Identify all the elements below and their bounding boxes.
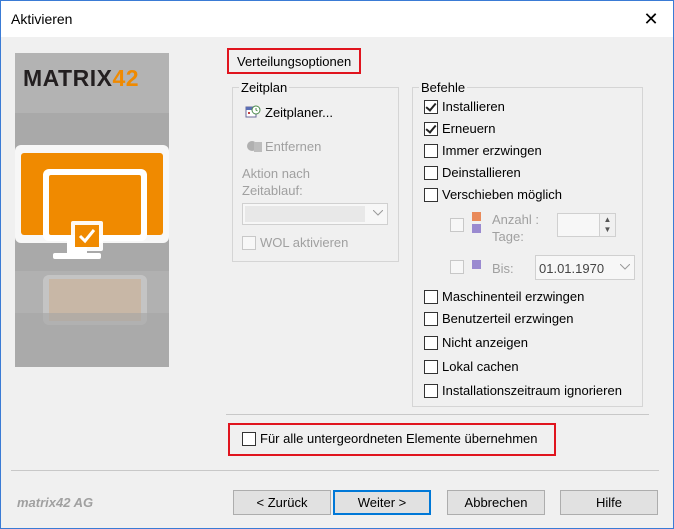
dialog-window: Aktivieren ✕ MATRIX42 Verteilungsoptione… (0, 0, 674, 529)
postpone-until-value: 01.01.1970 (539, 261, 605, 276)
title-bar: Aktivieren ✕ (1, 1, 673, 37)
checkbox-box (424, 383, 438, 398)
command-postpone-checkbox[interactable]: Verschieben möglich (424, 187, 562, 202)
postpone-count-label: Anzahl : Tage: (492, 212, 539, 244)
postpone-until-date[interactable]: 01.01.1970 (535, 255, 635, 280)
command-local-cache-checkbox[interactable]: Lokal cachen (424, 359, 519, 374)
checkbox-box (242, 431, 256, 446)
command-ignore-install-window-checkbox[interactable]: Installationszeitraum ignorieren (424, 383, 622, 398)
command-hide-label: Nicht anzeigen (442, 335, 528, 350)
footer-brand: matrix42 AG (17, 495, 94, 510)
command-renew-checkbox[interactable]: Erneuern (424, 121, 495, 136)
apply-children-checkbox[interactable]: Für alle untergeordneten Elemente überne… (242, 431, 538, 446)
remove-label: Entfernen (265, 139, 322, 154)
commands-group-title: Befehle (419, 80, 468, 95)
wol-checkbox-box (242, 235, 256, 250)
command-machine-part-label: Maschinenteil erzwingen (442, 289, 585, 304)
command-ignore-install-window-label: Installationszeitraum ignorieren (442, 383, 622, 398)
checkbox-box (424, 335, 438, 350)
checkbox-box (424, 187, 438, 202)
checkbox-box (424, 143, 438, 158)
cancel-button[interactable]: Abbrechen (447, 490, 545, 515)
monitor-illustration (15, 53, 169, 367)
remove-button[interactable]: Entfernen (245, 139, 321, 154)
calendar-icon (472, 260, 481, 269)
command-user-part-label: Benutzerteil erzwingen (442, 311, 574, 326)
postpone-count-checkbox[interactable] (450, 218, 468, 232)
action-after-timeout-value (245, 206, 365, 222)
close-icon[interactable]: ✕ (639, 7, 663, 31)
command-user-part-checkbox[interactable]: Benutzerteil erzwingen (424, 311, 574, 326)
chevron-down-icon (373, 210, 383, 216)
action-after-timeout-label: Aktion nach Zeitablauf: (242, 166, 310, 198)
checkbox-box (424, 121, 438, 136)
schedule-group-title: Zeitplan (239, 80, 290, 95)
command-postpone-label: Verschieben möglich (442, 187, 562, 202)
checkbox-box (424, 99, 438, 114)
calendar-grid-icon (472, 212, 481, 233)
wol-checkbox[interactable]: WOL aktivieren (242, 235, 348, 250)
chevron-down-icon (620, 263, 630, 270)
command-local-cache-label: Lokal cachen (442, 359, 519, 374)
footer-separator (11, 470, 659, 471)
next-button[interactable]: Weiter > (333, 490, 431, 515)
command-machine-part-checkbox[interactable]: Maschinenteil erzwingen (424, 289, 584, 304)
back-button[interactable]: < Zurück (233, 490, 331, 515)
apply-children-label: Für alle untergeordneten Elemente überne… (260, 431, 538, 446)
postpone-until-label: Bis: (492, 261, 514, 276)
command-always-enforce-label: Immer erzwingen (442, 143, 542, 158)
spin-down-icon[interactable]: ▼ (599, 224, 615, 236)
command-install-checkbox[interactable]: Installieren (424, 99, 505, 114)
scheduler-button[interactable]: Zeitplaner... (245, 104, 333, 120)
command-renew-label: Erneuern (442, 121, 496, 136)
remove-icon (247, 140, 262, 152)
checkbox-box (424, 289, 438, 304)
checkbox-box (450, 218, 464, 232)
postpone-days-spinner[interactable]: ▲ ▼ (557, 213, 616, 237)
command-uninstall-label: Deinstallieren (442, 165, 521, 180)
command-install-label: Installieren (442, 99, 505, 114)
wol-label: WOL aktivieren (260, 235, 349, 250)
window-title: Aktivieren (11, 11, 73, 27)
command-uninstall-checkbox[interactable]: Deinstallieren (424, 165, 521, 180)
section-separator (226, 414, 649, 415)
calendar-clock-icon (245, 105, 261, 118)
scheduler-label: Zeitplaner... (265, 104, 333, 120)
postpone-until-checkbox[interactable] (450, 260, 468, 274)
help-button[interactable]: Hilfe (560, 490, 658, 515)
command-hide-checkbox[interactable]: Nicht anzeigen (424, 335, 528, 350)
brand-panel: MATRIX42 (15, 53, 169, 367)
checkbox-box (424, 165, 438, 180)
matrix42-logo: MATRIX42 (23, 65, 140, 91)
distribution-options-heading: Verteilungsoptionen (237, 54, 352, 69)
checkbox-box (450, 260, 464, 274)
checkbox-box (424, 311, 438, 326)
command-always-enforce-checkbox[interactable]: Immer erzwingen (424, 143, 542, 158)
action-after-timeout-select[interactable] (242, 203, 388, 225)
checkbox-box (424, 359, 438, 374)
